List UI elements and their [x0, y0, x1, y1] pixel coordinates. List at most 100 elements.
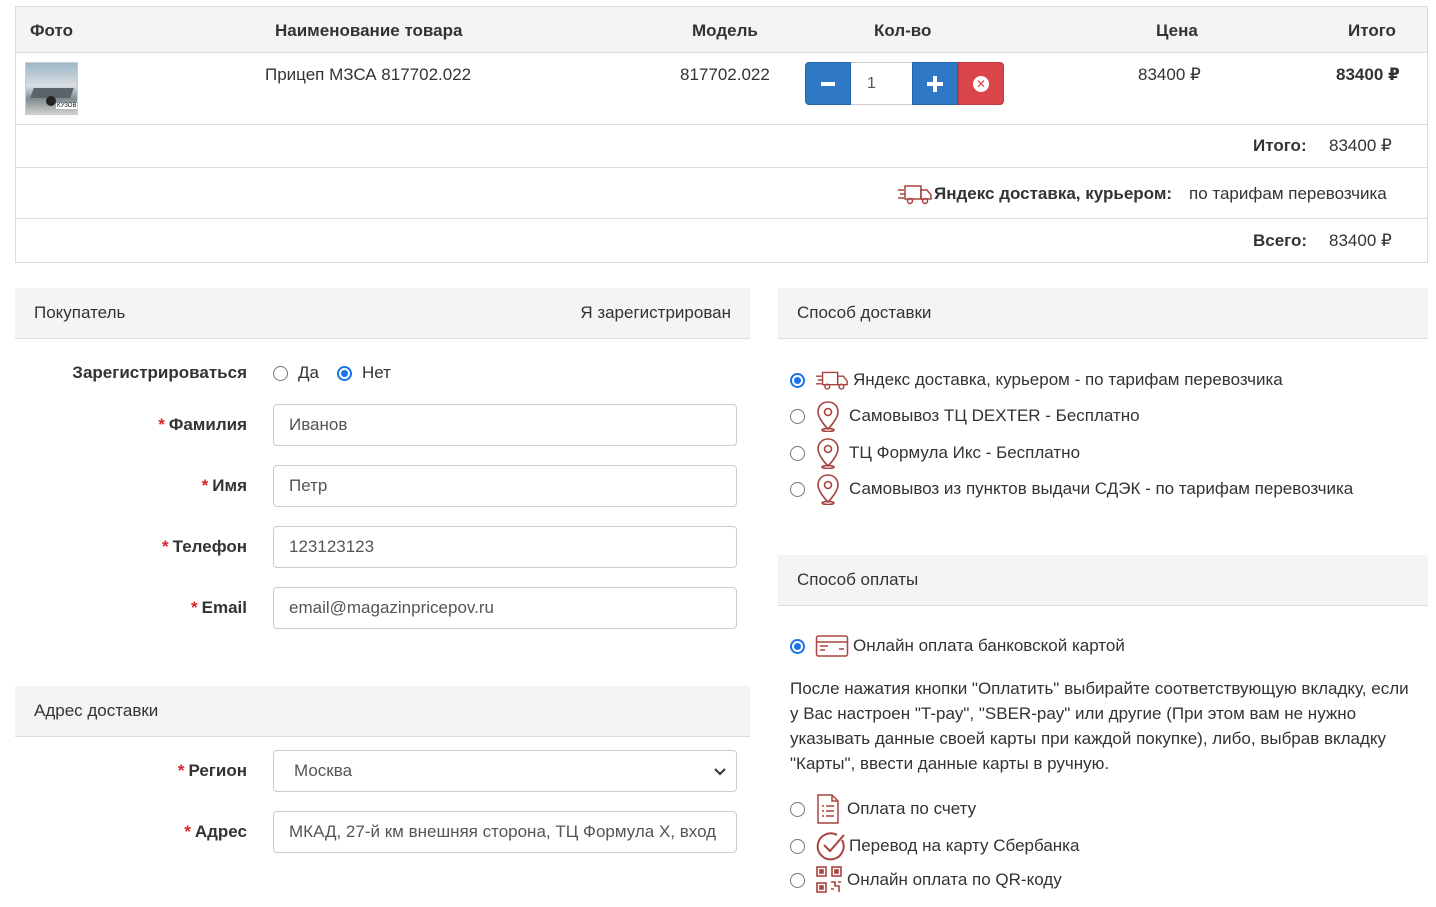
remove-item-button[interactable]: ✕ [958, 62, 1004, 105]
firstname-label: * Имя [201, 476, 247, 495]
address-row: * Адрес [15, 811, 750, 853]
region-select[interactable]: Москва [273, 750, 737, 792]
buyer-panel-title: Покупатель [34, 303, 126, 322]
payment-option-card[interactable]: Онлайн оплата банковской картой [790, 632, 1125, 660]
firstname-input[interactable] [273, 465, 737, 507]
delivery-yandex-radio[interactable] [790, 372, 805, 388]
quantity-input[interactable] [851, 62, 912, 105]
subtotal-label: Итого: [1253, 136, 1307, 155]
firstname-row: * Имя [15, 465, 750, 507]
lastname-label: * Фамилия [158, 415, 247, 434]
delivery-option-yandex[interactable]: Яндекс доставка, курьером - по тарифам п… [790, 366, 1283, 394]
lastname-row: * Фамилия [15, 404, 750, 446]
delivery-option-cdek[interactable]: Самовывоз из пунктов выдачи СДЭК - по та… [790, 473, 1353, 505]
delivery-option-formula[interactable]: ТЦ Формула Икс - Бесплатно [790, 437, 1080, 469]
product-thumbnail[interactable]: КУЗОВ [25, 62, 78, 115]
subtotal-value: 83400 ₽ [1329, 136, 1392, 155]
map-pin-icon [815, 400, 841, 432]
payment-card-radio[interactable] [790, 638, 805, 654]
address-panel-title: Адрес доставки [34, 701, 159, 720]
grand-total-row: Всего: 83400 ₽ [16, 219, 1427, 261]
register-no-label: Нет [362, 363, 391, 382]
register-row: Зарегистрироваться Да Нет [15, 361, 750, 385]
payment-invoice-radio[interactable] [790, 801, 805, 817]
product-name[interactable]: Прицеп МЗСА 817702.022 [265, 65, 471, 85]
close-icon: ✕ [973, 75, 989, 92]
payment-card-label: Онлайн оплата банковской картой [853, 636, 1125, 655]
truck-icon [815, 368, 849, 392]
col-photo: Фото [30, 21, 73, 40]
payment-qr-radio[interactable] [790, 872, 805, 888]
payment-option-invoice[interactable]: Оплата по счету [790, 793, 976, 825]
phone-label: * Телефон [162, 537, 247, 556]
payment-option-qr[interactable]: Онлайн оплата по QR-коду [790, 864, 1062, 896]
minus-icon [821, 81, 835, 86]
delivery-cdek-radio[interactable] [790, 481, 805, 497]
truck-icon [897, 182, 933, 211]
thumbnail-caption: КУЗОВ [56, 103, 77, 109]
register-no-option[interactable]: Нет [337, 363, 391, 383]
register-no-radio[interactable] [337, 365, 352, 381]
already-registered-link[interactable]: Я зарегистрирован [580, 303, 731, 323]
product-model: 817702.022 [680, 65, 770, 84]
grand-total-value: 83400 ₽ [1329, 231, 1392, 250]
shipping-label: Яндекс доставка, курьером: [934, 184, 1173, 203]
email-label: * Email [191, 598, 247, 617]
phone-row: * Телефон [15, 526, 750, 568]
chevron-down-icon [714, 768, 726, 776]
region-label: * Регион [177, 761, 247, 780]
col-model: Модель [692, 21, 758, 40]
payment-sber-label: Перевод на карту Сбербанка [849, 836, 1080, 855]
grand-total-label: Всего: [1253, 231, 1308, 250]
delivery-dexter-radio[interactable] [790, 408, 805, 424]
buyer-panel-header: Покупатель Я зарегистрирован [15, 288, 750, 339]
register-yes-option[interactable]: Да [273, 363, 319, 383]
delivery-option-dexter[interactable]: Самовывоз ТЦ DEXTER - Бесплатно [790, 400, 1140, 432]
cart-header: Фото Наименование товара Модель Кол-во Ц… [16, 7, 1427, 53]
register-yes-label: Да [298, 363, 319, 382]
phone-input[interactable] [273, 526, 737, 568]
address-label: * Адрес [184, 822, 247, 841]
map-pin-icon [815, 437, 841, 469]
payment-sber-radio[interactable] [790, 838, 805, 854]
register-yes-radio[interactable] [273, 365, 288, 381]
quantity-stepper: ✕ [805, 62, 1004, 105]
payment-option-sber[interactable]: Перевод на карту Сбербанка [790, 830, 1079, 862]
product-total: 83400 ₽ [1336, 65, 1400, 84]
product-price: 83400 ₽ [1138, 65, 1201, 84]
email-row: * Email [15, 587, 750, 629]
delivery-dexter-label: Самовывоз ТЦ DEXTER - Бесплатно [849, 406, 1140, 425]
delivery-panel-header: Способ доставки [778, 288, 1428, 339]
payment-panel-header: Способ оплаты [778, 555, 1428, 606]
invoice-icon [815, 793, 841, 825]
email-input[interactable] [273, 587, 737, 629]
shipping-value: по тарифам перевозчика [1189, 184, 1387, 203]
region-selected-value: Москва [294, 761, 353, 780]
region-row: * Регион Москва [15, 750, 750, 792]
qty-increase-button[interactable] [912, 62, 958, 105]
cart-table: Фото Наименование товара Модель Кол-во Ц… [15, 6, 1428, 263]
col-price: Цена [1156, 21, 1198, 40]
payment-invoice-label: Оплата по счету [847, 799, 977, 818]
delivery-formula-radio[interactable] [790, 445, 805, 461]
payment-qr-label: Онлайн оплата по QR-коду [847, 870, 1062, 889]
col-total: Итого [1348, 21, 1396, 40]
register-label: Зарегистрироваться [72, 363, 247, 382]
subtotal-row: Итого: 83400 ₽ [16, 125, 1427, 168]
delivery-yandex-label: Яндекс доставка, курьером - по тарифам п… [853, 370, 1283, 389]
shipping-row: Яндекс доставка, курьером: по тарифам пе… [16, 168, 1427, 219]
address-panel-header: Адрес доставки [15, 686, 750, 737]
address-input[interactable] [273, 811, 737, 853]
table-row: КУЗОВ Прицеп МЗСА 817702.022 817702.022 … [16, 53, 1427, 125]
map-pin-icon [815, 473, 841, 505]
col-name: Наименование товара [275, 21, 463, 40]
credit-card-icon [815, 634, 849, 658]
lastname-input[interactable] [273, 404, 737, 446]
qr-code-icon [815, 865, 843, 895]
qty-decrease-button[interactable] [805, 62, 851, 105]
payment-panel-title: Способ оплаты [797, 570, 919, 589]
delivery-panel-title: Способ доставки [797, 303, 932, 322]
plus-icon [927, 75, 943, 92]
check-circle-icon [815, 830, 847, 862]
delivery-formula-label: ТЦ Формула Икс - Бесплатно [849, 443, 1081, 462]
